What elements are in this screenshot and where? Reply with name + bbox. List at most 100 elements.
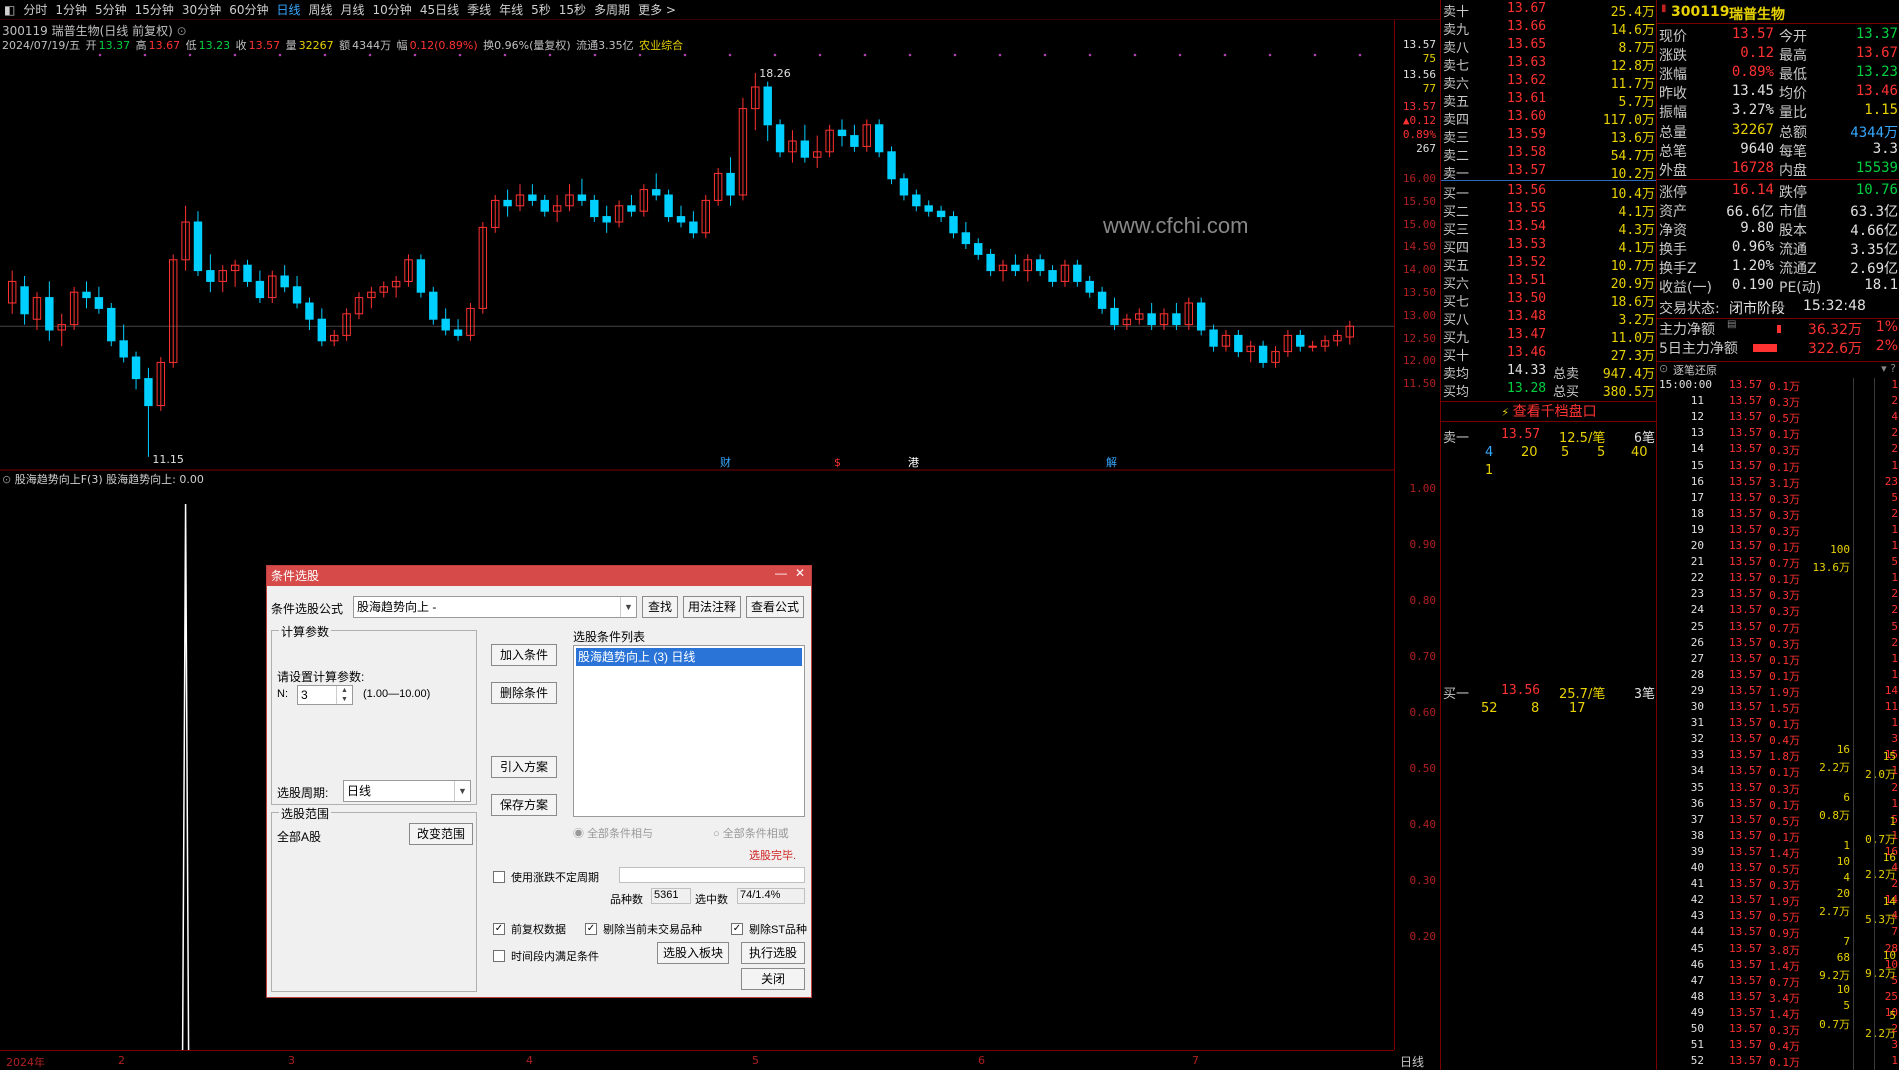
sell-queue-orders: 4 20 5 5 40 1 [1441,445,1657,485]
run-screen-button[interactable]: 执行选股 [741,942,805,964]
close-icon[interactable]: ✕ [795,566,805,580]
tick-header[interactable]: ⊙ 逐笔还原 ▾ ? [1657,361,1899,377]
tick-side-value: 1 [1843,839,1850,852]
dialog-titlebar[interactable]: 条件选股 [267,566,811,586]
indicator-axis-label: 0.80 [1409,594,1437,607]
time-period-checkbox[interactable] [493,950,505,962]
tick-side-value: 0.8万 [1819,809,1850,822]
usage-button[interactable]: 用法注释 [683,596,741,618]
ask-level[interactable]: 卖六 13.62 11.7万 [1441,73,1657,92]
bid-level[interactable]: 买一 13.56 10.4万 [1441,183,1657,202]
period-tab[interactable]: 10分钟 [369,0,416,19]
panel-toggle-icon[interactable]: ◧ [0,0,19,19]
bid-level[interactable]: 买七 13.50 18.6万 [1441,291,1657,310]
uncertain-period-checkbox[interactable] [493,871,505,883]
bid-level[interactable]: 买四 13.53 4.1万 [1441,237,1657,256]
price-axis-label: 13.50 [1402,286,1436,299]
minimize-icon[interactable]: — [775,566,787,580]
ask-level[interactable]: 卖二 13.58 54.7万 [1441,145,1657,164]
add-to-board-button[interactable]: 选股入板块 [657,942,729,964]
candle-body [305,302,314,320]
period-tab[interactable]: 年线 [495,0,527,19]
candle-body [243,264,252,282]
bid-level[interactable]: 买二 13.55 4.1万 [1441,201,1657,220]
indicator-toggle-icon[interactable]: ⊙ [2,473,11,486]
condition-list-item[interactable]: 股海趋势向上 (3) 日线 [576,648,802,666]
star-icon[interactable]: ▮ [1661,3,1667,14]
bid-level[interactable]: 买三 13.54 4.3万 [1441,219,1657,238]
uncertain-period-input[interactable] [619,867,805,883]
bid-level[interactable]: 买八 13.48 3.2万 [1441,309,1657,328]
avg-sell-row: 卖均 14.33 总卖 947.4万 [1443,363,1655,382]
ask-level[interactable]: 卖四 13.60 117.0万 [1441,109,1657,128]
condition-list[interactable]: 股海趋势向上 (3) 日线 [573,645,805,817]
count-value: 5361 [651,888,691,904]
level-volume: 8.7万 [1618,41,1655,56]
period-tab[interactable]: 分时 [19,0,51,19]
event-label: 港 [908,456,919,469]
price-axis-label: 16.00 [1402,172,1436,185]
condition-list-label: 选股条件列表 [573,630,646,644]
candle-body [292,286,302,304]
period-select[interactable]: 日线 ▼ [343,780,471,802]
adjust-checkbox[interactable]: ✓ [493,923,505,935]
event-label: $ [834,456,841,469]
period-tab[interactable]: 周线 [305,0,337,19]
period-tab[interactable]: 月线 [337,0,369,19]
close-button[interactable]: 关闭 [741,968,805,990]
change-range-button[interactable]: 改变范围 [409,823,473,845]
ask-level[interactable]: 卖一 13.57 10.2万 [1441,163,1657,182]
ask-level[interactable]: 卖八 13.65 8.7万 [1441,37,1657,56]
formula-select[interactable]: 股海趋势向上 - ▼ [353,596,637,618]
period-tab[interactable]: 45日线 [416,0,463,19]
candle-body [1035,259,1045,272]
chevron-down-icon[interactable]: ▼ [620,597,636,617]
indicator-title[interactable]: ⊙ 股海趋势向上F(3) 股海趋势向上: 0.00 [2,471,204,487]
find-button[interactable]: 查找 [642,596,678,618]
ask-level[interactable]: 卖五 13.61 5.7万 [1441,91,1657,110]
level-volume: 117.0万 [1602,113,1655,128]
period-tab[interactable]: 60分钟 [225,0,272,19]
level-volume: 3.2万 [1618,313,1655,328]
exclude-checkbox[interactable]: ✓ [585,923,597,935]
spinner-icon[interactable]: ▲ ▼ [336,686,352,704]
candle-body [899,178,909,196]
period-tab[interactable]: 15秒 [555,0,590,19]
param-n-input[interactable]: 3 ▲ ▼ [297,685,353,705]
period-tab[interactable]: 日线 [272,0,304,19]
ask-level[interactable]: 卖三 13.59 13.6万 [1441,127,1657,146]
period-tab[interactable]: 更多 > [634,0,680,19]
period-tab[interactable]: 5分钟 [91,0,131,19]
bid-level[interactable]: 买十 13.46 27.3万 [1441,345,1657,364]
settings-icon[interactable]: ⊙ [177,24,187,38]
chevron-down-icon[interactable]: ▼ [454,781,470,801]
period-tab[interactable]: 季线 [463,0,495,19]
period-tab[interactable]: 多周期 [590,0,634,19]
param-range: (1.00—10.00) [363,688,431,700]
radio-or[interactable]: ○ 全部条件相或 [713,825,789,841]
queue-order: 1 [1485,463,1494,478]
bid-level[interactable]: 买五 13.52 10.7万 [1441,255,1657,274]
level-price: 13.58 [1507,145,1547,160]
ask-level[interactable]: 卖九 13.66 14.6万 [1441,19,1657,38]
add-condition-button[interactable]: 加入条件 [491,644,557,666]
bid-level[interactable]: 买九 13.47 11.0万 [1441,327,1657,346]
period-tab[interactable]: 5秒 [527,0,555,19]
save-scheme-button[interactable]: 保存方案 [491,794,557,816]
radio-and[interactable]: ◉ 全部条件相与 [573,825,653,841]
bid-level[interactable]: 买六 13.51 20.9万 [1441,273,1657,292]
candle-body [936,210,946,218]
thousand-depth-link[interactable]: ⚡ 查看千档盘口 [1441,401,1657,421]
period-tab[interactable]: 30分钟 [178,0,225,19]
low-value: 13.23 [198,39,231,52]
view-formula-button[interactable]: 查看公式 [746,596,804,618]
st-checkbox[interactable]: ✓ [731,923,743,935]
quote-row: 涨停 16.14 跌停 10.76 [1659,181,1898,201]
ask-level[interactable]: 卖七 13.63 12.8万 [1441,55,1657,74]
import-scheme-button[interactable]: 引入方案 [491,756,557,778]
ask-level[interactable]: 卖十 13.67 25.4万 [1441,1,1657,20]
level-volume: 5.7万 [1618,95,1655,110]
period-tab[interactable]: 15分钟 [131,0,178,19]
period-tab[interactable]: 1分钟 [51,0,91,19]
delete-condition-button[interactable]: 删除条件 [491,682,557,704]
